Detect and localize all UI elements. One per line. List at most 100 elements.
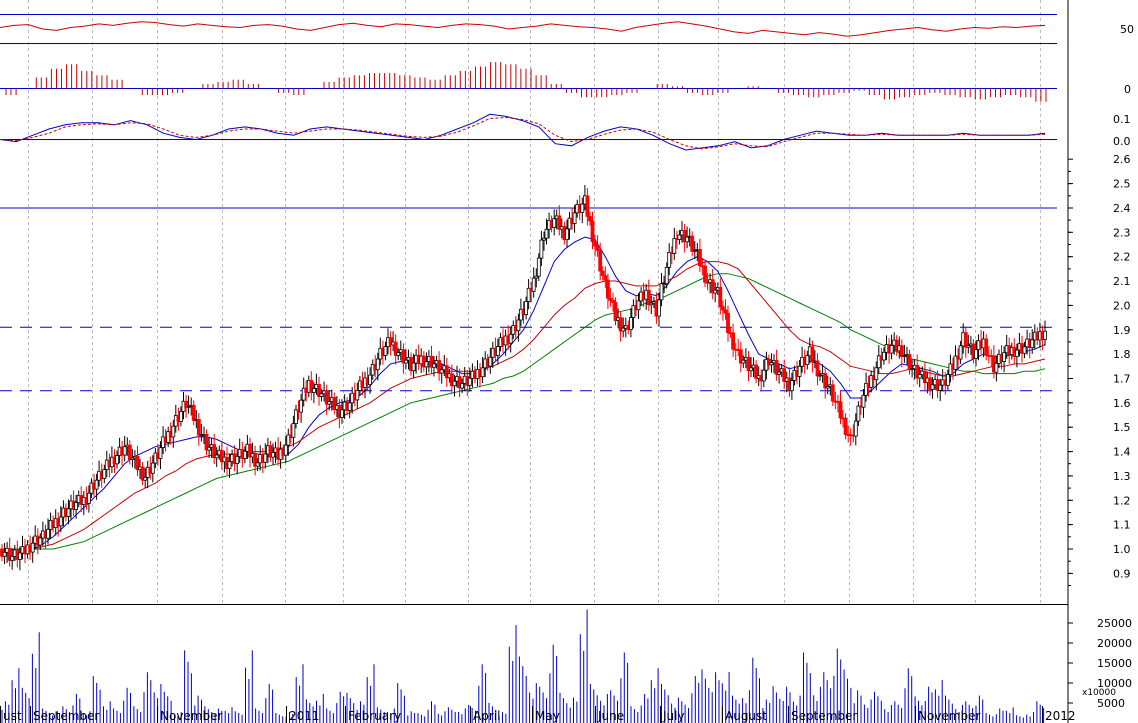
candle-body <box>66 508 71 517</box>
candle-body <box>741 359 746 364</box>
candle-body <box>853 420 858 437</box>
x-tick-label: 2011 <box>289 709 320 723</box>
candle-body <box>823 373 828 389</box>
candle-body <box>263 453 268 463</box>
candle-body <box>984 338 989 356</box>
candle-body <box>347 402 352 411</box>
candle-body <box>196 418 201 436</box>
candle-body <box>889 344 894 354</box>
candle-body <box>368 374 373 386</box>
moving-average-short <box>2 236 1046 552</box>
candle-body <box>685 236 689 243</box>
candle-body <box>790 380 794 392</box>
candle-body <box>761 369 766 382</box>
x-tick-label: 2012 <box>1045 709 1076 723</box>
candle-body <box>659 283 664 301</box>
candle-body <box>311 388 316 393</box>
candle-body <box>580 203 585 213</box>
macd-signal-line <box>0 116 1046 150</box>
candle-body <box>171 425 176 438</box>
candle-body <box>621 327 626 332</box>
candle-body <box>355 389 360 401</box>
price-panel <box>0 185 1057 571</box>
price-tick-label: 1.8 <box>1113 348 1131 361</box>
candle-body <box>327 400 332 405</box>
volume-tick-label: 15000 <box>1097 657 1132 670</box>
macd-panel <box>0 113 1057 151</box>
candle-body <box>227 461 232 469</box>
candle-body <box>46 528 50 539</box>
price-tick-label: 2.6 <box>1113 153 1131 166</box>
candle-body <box>974 349 978 359</box>
price-tick-label: 2.0 <box>1113 299 1131 312</box>
x-tick-label: July <box>662 709 685 723</box>
candle-body <box>411 362 416 372</box>
candle-body <box>30 542 35 553</box>
x-tick-label: April <box>473 709 500 723</box>
candle-body <box>690 235 695 252</box>
candle-body <box>585 195 590 217</box>
candle-body <box>588 215 592 222</box>
candle-body <box>480 367 485 378</box>
candle-body <box>1030 339 1035 348</box>
candle-body <box>115 455 119 465</box>
candle-body <box>452 380 457 387</box>
volume-tick-label: 5000 <box>1097 697 1125 710</box>
candle-body <box>830 384 835 402</box>
candle-body <box>703 265 707 283</box>
candle-body <box>963 332 968 348</box>
candle-body <box>191 404 196 421</box>
candle-body <box>731 332 735 350</box>
price-tick-label: 2.1 <box>1113 275 1131 288</box>
price-tick-label: 1.4 <box>1113 446 1131 459</box>
candle-body <box>636 300 641 311</box>
x-tick-label: August <box>725 709 767 723</box>
candle-body <box>531 277 536 292</box>
candle-body <box>677 234 682 240</box>
candle-body <box>319 393 324 397</box>
price-tick-label: 1.0 <box>1113 543 1131 556</box>
candle-body <box>340 409 344 418</box>
oscillator-line <box>0 21 1046 37</box>
candle-body <box>539 239 544 259</box>
x-axis-labels: ust September November 2011 February April May… <box>0 706 1076 723</box>
candle-body <box>930 384 935 390</box>
candle-body <box>38 537 43 546</box>
price-tick-label: 1.7 <box>1113 373 1131 386</box>
candle-body <box>598 250 603 272</box>
candle-body <box>718 286 723 308</box>
candle-body <box>600 270 605 277</box>
candle-body <box>907 354 912 371</box>
macd-tick-label: 0.1 <box>1113 113 1131 126</box>
price-tick-label: 2.4 <box>1113 202 1131 215</box>
stock-chart: 50 0 0.1 0.0 2.6 2.5 2.4 2.3 2.2 2.1 2.0 1.9 1.8 1.7 1… <box>0 0 1134 723</box>
candle-body <box>664 266 669 284</box>
price-tick-label: 2.5 <box>1113 178 1131 191</box>
x-tick-label: November <box>918 709 980 723</box>
candle-body <box>958 345 963 360</box>
candle-body <box>882 351 886 361</box>
candle-body <box>271 452 275 458</box>
x-tick-label: June <box>597 709 624 723</box>
x-tick-label: February <box>348 709 401 723</box>
candle-body <box>1015 349 1019 358</box>
candle-body <box>726 312 730 334</box>
price-tick-label: 0.9 <box>1113 567 1131 580</box>
candle-body <box>17 552 22 560</box>
candle-body <box>672 238 677 254</box>
candle-body <box>838 401 843 419</box>
price-tick-label: 2.3 <box>1113 226 1131 239</box>
candle-body <box>207 446 212 451</box>
candle-body <box>467 377 472 386</box>
candle-body <box>158 447 163 459</box>
candle-body <box>723 309 728 314</box>
volume-tick-label: 20000 <box>1097 637 1132 650</box>
candle-body <box>797 365 802 377</box>
candle-body <box>552 218 557 228</box>
candle-body <box>488 356 493 367</box>
candle-body <box>150 462 155 474</box>
candle-body <box>94 479 99 490</box>
x-tick-label: November <box>160 709 222 723</box>
macd-tick-label: 0.0 <box>1113 135 1131 148</box>
candle-body <box>938 384 943 391</box>
